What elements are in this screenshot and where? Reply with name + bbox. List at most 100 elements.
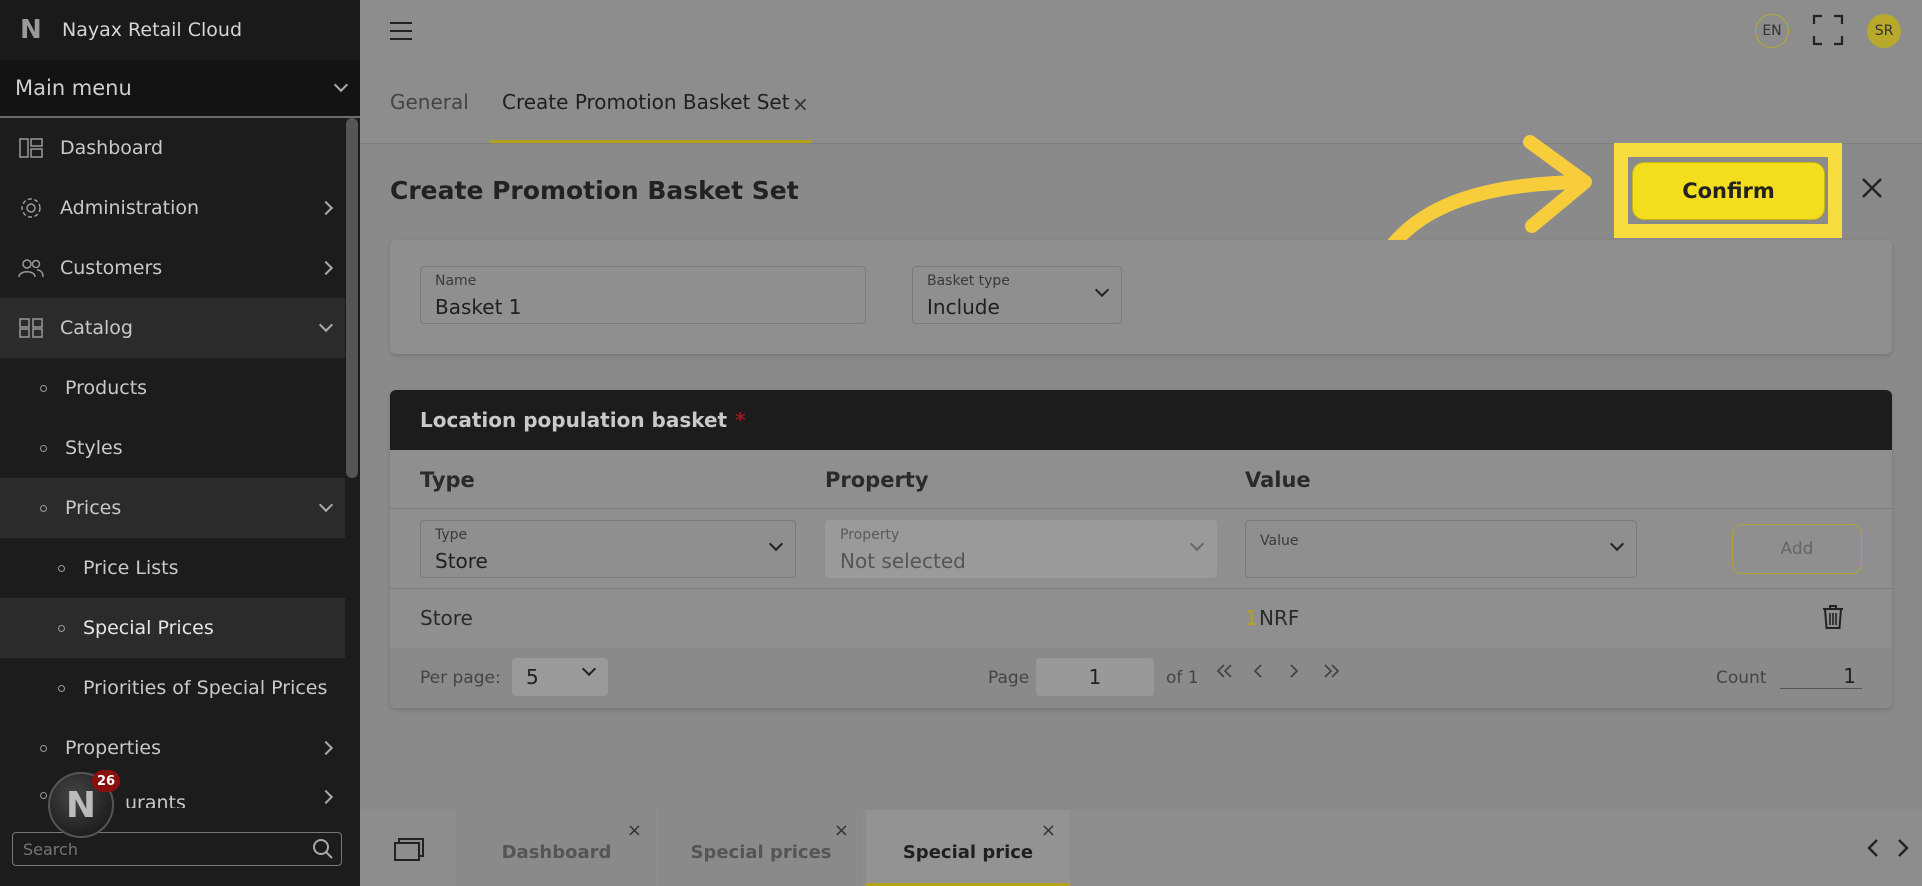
type-select-label: Type	[435, 527, 468, 543]
sidebar-item-label: Prices	[65, 497, 122, 519]
search-icon[interactable]	[312, 838, 334, 864]
name-value: Basket 1	[435, 295, 522, 319]
confirm-button[interactable]: Confirm	[1632, 162, 1825, 220]
active-tab-indicator	[490, 140, 812, 143]
sidebar-item-label: Properties	[65, 737, 162, 759]
sidebar-item-customers[interactable]: Customers	[0, 238, 345, 298]
close-icon[interactable]: ×	[792, 92, 809, 116]
close-icon[interactable]: ×	[1041, 820, 1056, 841]
top-bar: EN SR	[360, 0, 1922, 62]
tab-create-promotion-basket-set[interactable]: Create Promotion Basket Set	[502, 90, 790, 114]
per-page-label: Per page:	[420, 668, 501, 688]
sidebar-item-label: Products	[65, 377, 148, 399]
location-population-basket-card: Location population basket * Type Propert…	[390, 390, 1892, 708]
chevron-right-icon	[318, 740, 334, 756]
required-marker: *	[735, 408, 746, 432]
sidebar-item-catalog[interactable]: Catalog	[0, 298, 345, 358]
bullet-icon	[58, 684, 65, 692]
main-menu-toggle[interactable]: Main menu	[0, 60, 360, 118]
row-type: Store	[420, 606, 473, 630]
close-icon[interactable]: ×	[834, 820, 849, 841]
row-divider	[390, 508, 1892, 509]
row-divider	[390, 588, 1892, 589]
bottom-tab-dashboard[interactable]: Dashboard ×	[456, 810, 656, 886]
page-title: Create Promotion Basket Set	[390, 176, 799, 205]
sidebar-scrollbar[interactable]	[346, 118, 358, 478]
column-header-property: Property	[825, 468, 929, 492]
property-select-label: Property	[840, 527, 900, 543]
gear-icon	[18, 197, 44, 219]
sidebar-search-input[interactable]	[12, 832, 342, 866]
per-page-select[interactable]: 5	[512, 658, 608, 696]
sidebar-item-special-prices[interactable]: Special Prices	[0, 598, 345, 658]
sidebar-item-prices[interactable]: Prices	[0, 478, 345, 538]
basket-header: Location population basket *	[390, 390, 1892, 450]
close-icon[interactable]: ×	[627, 820, 642, 841]
tabs-nav	[1826, 810, 1922, 886]
sidebar-item-styles[interactable]: Styles	[0, 418, 345, 478]
page-label: Page	[988, 668, 1030, 688]
bottom-tab-special-price[interactable]: Special price ×	[865, 810, 1070, 886]
name-field[interactable]: Name Basket 1	[420, 266, 866, 324]
sidebar-item-label: Special Prices	[83, 617, 214, 639]
sidebar-item-dashboard[interactable]: Dashboard	[0, 118, 345, 178]
tab-general[interactable]: General	[390, 90, 469, 114]
bottom-tab-label: Special prices	[690, 842, 832, 863]
property-select[interactable]: Property Not selected	[825, 520, 1217, 578]
basket-type-select[interactable]: Basket type Include	[912, 266, 1122, 324]
page-input[interactable]: 1	[1036, 658, 1154, 696]
sidebar-item-priorities[interactable]: Priorities of Special Prices	[0, 658, 345, 718]
bullet-icon	[58, 624, 65, 632]
basket-type-value: Include	[927, 295, 1000, 319]
column-header-type: Type	[420, 468, 475, 492]
bottom-tab-special-prices[interactable]: Special prices ×	[658, 810, 863, 886]
pagination-bar: Per page: 5 Page 1 of 1 Count 1	[390, 648, 1892, 708]
count-value: 1	[1780, 664, 1862, 689]
user-avatar[interactable]: SR	[1867, 14, 1901, 48]
row-value: NRF	[1259, 606, 1300, 630]
basket-type-label: Basket type	[927, 273, 1010, 289]
chevron-left-icon[interactable]	[1866, 838, 1880, 862]
chevron-right-icon[interactable]	[1896, 838, 1910, 862]
sidebar-item-label: Dashboard	[60, 137, 164, 159]
next-page-icon[interactable]	[1288, 663, 1300, 683]
property-select-value: Not selected	[840, 549, 966, 573]
open-windows-bar: Dashboard × Special prices × Special pri…	[360, 810, 1922, 886]
value-select[interactable]: Value	[1245, 520, 1637, 578]
sidebar-item-administration[interactable]: Administration	[0, 178, 345, 238]
prev-page-icon[interactable]	[1252, 663, 1264, 683]
windows-icon[interactable]	[394, 838, 424, 866]
language-selector[interactable]: EN	[1755, 14, 1789, 48]
notification-badge: 26	[92, 770, 120, 792]
chevron-down-icon	[581, 661, 597, 677]
bullet-icon	[40, 792, 47, 799]
sidebar-item-label: Price Lists	[83, 557, 179, 579]
basket-set-details-card: Name Basket 1 Basket type Include	[390, 240, 1892, 354]
last-page-icon[interactable]	[1322, 663, 1340, 683]
page-of-label: of 1	[1166, 668, 1199, 688]
count-label: Count	[1716, 668, 1767, 688]
add-button[interactable]: Add	[1732, 524, 1862, 574]
sidebar-item-products[interactable]: Products	[0, 358, 345, 418]
type-select-value: Store	[435, 549, 488, 573]
per-page-value: 5	[526, 665, 539, 689]
sidebar-item-properties[interactable]: Properties	[0, 718, 345, 778]
hamburger-menu-icon[interactable]	[390, 22, 412, 46]
sidebar: N Nayax Retail Cloud Main menu Dashboard…	[0, 0, 360, 886]
close-icon[interactable]	[1860, 176, 1884, 204]
first-page-icon[interactable]	[1216, 663, 1234, 683]
sidebar-item-price-lists[interactable]: Price Lists	[0, 538, 345, 598]
fullscreen-icon[interactable]	[1812, 14, 1844, 50]
trash-icon[interactable]	[1822, 604, 1844, 634]
chevron-down-icon	[318, 317, 334, 333]
bullet-icon	[40, 444, 47, 452]
sidebar-menu: Dashboard Administration Customers Catal…	[0, 118, 345, 808]
row-value-prefix: 1	[1245, 606, 1258, 630]
type-select[interactable]: Type Store	[420, 520, 796, 578]
chevron-down-icon	[1094, 282, 1110, 298]
sidebar-item-label: Customers	[60, 257, 163, 279]
bullet-icon	[40, 744, 47, 752]
column-header-value: Value	[1245, 468, 1311, 492]
bullet-icon	[58, 564, 65, 572]
chevron-down-icon	[318, 497, 334, 513]
